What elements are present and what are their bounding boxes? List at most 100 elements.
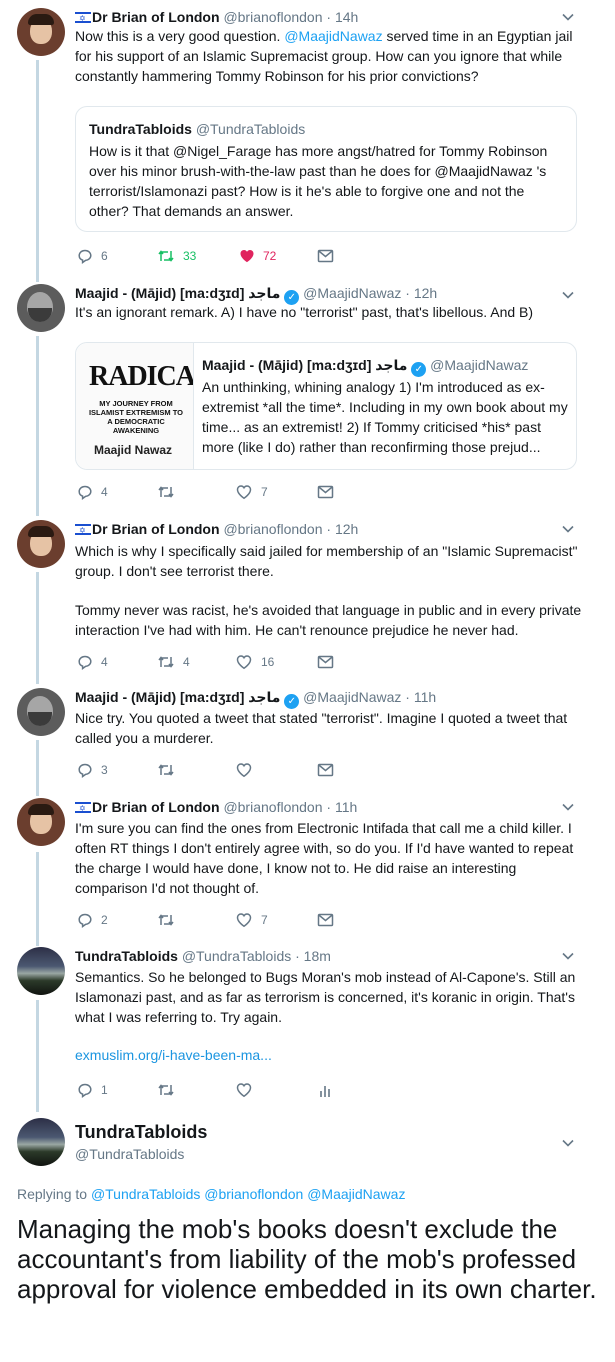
timestamp[interactable]: · 18m — [295, 948, 331, 964]
author-name[interactable]: Dr Brian of London — [92, 521, 220, 537]
retweet-button[interactable]: 4 — [157, 652, 190, 672]
like-count: 72 — [263, 249, 277, 263]
chevron-down-icon[interactable] — [561, 800, 575, 814]
dm-button[interactable] — [317, 246, 334, 266]
avatar[interactable] — [17, 798, 65, 846]
reply-icon — [78, 655, 92, 670]
mention-link[interactable]: @MaajidNawaz — [284, 28, 382, 44]
reply-icon — [78, 763, 92, 778]
tweet-text: Which is why I specifically said jailed … — [75, 543, 578, 579]
reply-button[interactable]: 3 — [77, 760, 108, 780]
timestamp[interactable]: · 12h — [326, 521, 358, 537]
tweet-header: Dr Brian of London @brianoflondon · 14h — [75, 8, 358, 28]
author-handle[interactable]: @MaajidNawaz — [303, 285, 401, 301]
tweet-header: TundraTabloids @TundraTabloids · 18m — [75, 947, 331, 965]
quoted-tweet[interactable]: RADICAL MY JOURNEY FROM ISLAMIST EXTREMI… — [75, 342, 577, 470]
like-count: 16 — [261, 655, 275, 669]
external-link[interactable]: exmuslim.org/i-have-been-ma... — [75, 1045, 585, 1065]
israel-flag-icon — [75, 522, 91, 540]
timestamp[interactable]: · 11h — [326, 799, 357, 815]
reply-button[interactable]: 1 — [77, 1080, 108, 1100]
dm-button[interactable] — [317, 760, 334, 780]
analytics-button[interactable] — [319, 1080, 333, 1100]
chevron-down-icon[interactable] — [561, 522, 575, 536]
focused-tweet[interactable]: TundraTabloids @TundraTabloids Replying … — [0, 1118, 615, 1362]
book-title: RADICAL — [89, 361, 194, 392]
heart-icon — [236, 485, 252, 500]
chevron-down-icon[interactable] — [561, 949, 575, 963]
israel-flag-icon — [75, 10, 91, 28]
avatar[interactable] — [17, 520, 65, 568]
replying-to-mentions[interactable]: @TundraTabloids @brianoflondon @MaajidNa… — [91, 1186, 406, 1202]
like-button[interactable] — [235, 1080, 253, 1100]
tweet[interactable]: Dr Brian of London @brianoflondon · 14h … — [0, 8, 615, 270]
tweet-actions: 1 — [75, 1080, 435, 1100]
author-handle[interactable]: @TundraTabloids — [75, 1146, 184, 1162]
tweet-actions: 3 — [75, 760, 435, 780]
quoted-tweet[interactable]: TundraTabloids @TundraTabloids How is it… — [75, 106, 577, 232]
replying-to: Replying to @TundraTabloids @brianoflond… — [17, 1186, 406, 1202]
timestamp[interactable]: · 12h — [405, 285, 437, 301]
tweet[interactable]: Dr Brian of London @brianoflondon · 12h … — [0, 520, 615, 680]
author-handle[interactable]: @TundraTabloids — [182, 948, 291, 964]
tweet[interactable]: Maajid - (Mājid) [ma:dʒɪd] ماجد ✓ @Maaji… — [0, 688, 615, 788]
timestamp[interactable]: · 11h — [405, 689, 436, 705]
tweet-text: Now this is a very good question. @Maaji… — [75, 28, 573, 84]
avatar[interactable] — [17, 688, 65, 736]
avatar[interactable] — [17, 8, 65, 56]
author-handle[interactable]: @brianoflondon — [223, 799, 322, 815]
chevron-down-icon[interactable] — [561, 288, 575, 302]
retweet-icon — [158, 1084, 174, 1096]
reply-button[interactable]: 4 — [77, 482, 108, 502]
verified-badge-icon: ✓ — [411, 362, 427, 377]
quote-text: An unthinking, whining analogy 1) I'm in… — [202, 379, 568, 455]
mail-icon — [317, 485, 334, 499]
reply-button[interactable]: 4 — [77, 652, 108, 672]
author-name[interactable]: Maajid - (Mājid) [ma:dʒɪd] ماجد — [75, 285, 280, 301]
dm-button[interactable] — [317, 482, 334, 502]
timestamp[interactable]: · 14h — [326, 9, 358, 25]
like-button[interactable]: 7 — [235, 482, 268, 502]
tweet[interactable]: TundraTabloids @TundraTabloids · 18m Sem… — [0, 947, 615, 1107]
like-button[interactable] — [235, 760, 253, 780]
author-name[interactable]: TundraTabloids — [75, 1122, 207, 1143]
dm-button[interactable] — [317, 652, 334, 672]
like-button[interactable]: 16 — [235, 652, 274, 672]
avatar[interactable] — [17, 947, 65, 995]
tweet-text: Managing the mob's books doesn't exclude… — [17, 1214, 597, 1304]
chevron-down-icon[interactable] — [561, 1136, 575, 1150]
like-button[interactable]: 72 — [239, 246, 276, 266]
reply-button[interactable]: 6 — [77, 246, 108, 266]
mail-icon — [317, 249, 334, 263]
avatar[interactable] — [17, 1118, 65, 1166]
tweet[interactable]: Dr Brian of London @brianoflondon · 11h … — [0, 798, 615, 938]
reply-count: 2 — [101, 913, 108, 927]
tweet-header: Maajid - (Mājid) [ma:dʒɪd] ماجد ✓ @Maaji… — [75, 688, 436, 709]
mail-icon — [317, 913, 334, 927]
author-name[interactable]: Dr Brian of London — [92, 799, 220, 815]
author-handle[interactable]: @brianoflondon — [223, 9, 322, 25]
chevron-down-icon[interactable] — [561, 10, 575, 24]
author-handle[interactable]: @brianoflondon — [223, 521, 322, 537]
retweet-button[interactable]: 33 — [157, 246, 196, 266]
tweet[interactable]: Maajid - (Mājid) [ma:dʒɪd] ماجد ✓ @Maaji… — [0, 284, 615, 512]
author-name[interactable]: Dr Brian of London — [92, 9, 220, 25]
like-count: 7 — [261, 913, 268, 927]
dm-button[interactable] — [317, 910, 334, 930]
author-name[interactable]: TundraTabloids — [75, 948, 178, 964]
retweet-button[interactable] — [157, 482, 183, 502]
book-author: Maajid Nawaz — [94, 443, 173, 457]
like-button[interactable]: 7 — [235, 910, 268, 930]
retweet-button[interactable] — [157, 760, 175, 780]
mail-icon — [317, 763, 334, 777]
reply-button[interactable]: 2 — [77, 910, 108, 930]
reply-icon — [78, 913, 92, 928]
mail-icon — [317, 655, 334, 669]
author-name[interactable]: Maajid - (Mājid) [ma:dʒɪd] ماجد — [75, 689, 280, 705]
avatar[interactable] — [17, 284, 65, 332]
reply-count: 6 — [101, 249, 108, 263]
author-handle[interactable]: @MaajidNawaz — [303, 689, 401, 705]
retweet-button[interactable] — [157, 1080, 175, 1100]
retweet-button[interactable] — [157, 910, 175, 930]
verified-badge-icon: ✓ — [284, 694, 300, 709]
